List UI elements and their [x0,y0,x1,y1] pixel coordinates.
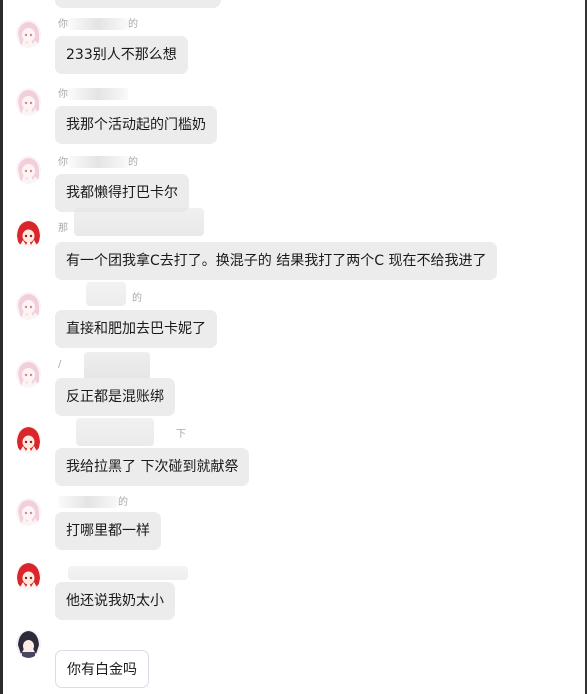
previous-message-bubble [55,0,221,8]
sender-name-fragment: 你 [58,89,68,100]
message-text: 有一个团我拿C去打了。换混子的 结果我打了两个C 现在不给我进了 [66,253,487,269]
blurred-name [68,156,128,168]
message-bubble[interactable]: 打哪里都一样 [55,512,161,550]
blurred-name-overlay [76,418,154,446]
sender-name-suffix: 的 [132,293,142,304]
sender-name: 的 [58,496,128,510]
message-text: 直接和肥加去巴卡妮了 [66,321,206,337]
sender-name: / [58,358,61,372]
message-bubble[interactable]: 直接和肥加去巴卡妮了 [55,310,217,348]
blurred-name-overlay [84,352,150,380]
blurred-name-overlay [74,208,204,236]
sender-name: 下 [176,428,186,442]
blurred-name-overlay [68,566,188,580]
message-bubble[interactable]: 233别人不那么想 [55,36,188,74]
red-hair-avatar[interactable] [16,426,41,454]
pink-hair-avatar[interactable] [16,498,41,526]
blurred-name [68,88,128,100]
pink-hair-avatar[interactable] [16,292,41,320]
sender-name-fragment: 你 [58,19,68,30]
sender-name-fragment: / [58,359,62,370]
message-bubble[interactable]: 我给拉黑了 下次碰到就献祭 [55,448,250,486]
message-text: 你有白金吗 [67,662,137,678]
message-bubble[interactable]: 有一个团我拿C去打了。换混子的 结果我打了两个C 现在不给我进了 [55,242,498,280]
message-text: 反正都是混账绑 [66,389,164,405]
blurred-name [58,496,118,508]
sender-name-fragment: 你 [58,157,68,168]
sender-name: 的 [132,292,142,306]
sender-name-fragment: 那 [58,223,68,234]
message-bubble[interactable]: 反正都是混账绑 [55,378,175,416]
pink-hair-avatar[interactable] [16,156,41,184]
window-left-edge [0,0,3,694]
sender-name: 你的 [58,156,138,170]
red-hair-avatar[interactable] [16,220,41,248]
message-bubble[interactable]: 我都懒得打巴卡尔 [55,174,189,212]
message-bubble[interactable]: 我那个活动起的门槛奶 [55,106,217,144]
sender-name-suffix: 下 [176,429,186,440]
message-text: 我那个活动起的门槛奶 [66,117,206,133]
message-text: 打哪里都一样 [66,523,150,539]
sender-name: 你的 [58,18,138,32]
message-text: 我都懒得打巴卡尔 [66,185,178,201]
message-text: 233别人不那么想 [66,47,177,63]
sender-name: 你 [58,88,128,102]
blurred-name-overlay [86,282,126,306]
pink-hair-avatar[interactable] [16,360,41,388]
blurred-name [68,18,128,30]
pink-hair-avatar[interactable] [16,88,41,116]
sender-name-suffix: 的 [118,497,128,508]
sender-name: 那 [58,222,68,236]
red-hair-avatar[interactable] [16,562,41,590]
sender-name-suffix: 的 [128,19,138,30]
dark-hair-avatar[interactable] [16,630,41,658]
pink-hair-avatar[interactable] [16,20,41,48]
message-text: 他还说我奶太小 [66,593,164,609]
sender-name-suffix: 的 [128,157,138,168]
message-bubble[interactable]: 他还说我奶太小 [55,582,175,620]
message-text: 我给拉黑了 下次碰到就献祭 [66,459,239,475]
message-bubble[interactable]: 你有白金吗 [55,650,149,688]
